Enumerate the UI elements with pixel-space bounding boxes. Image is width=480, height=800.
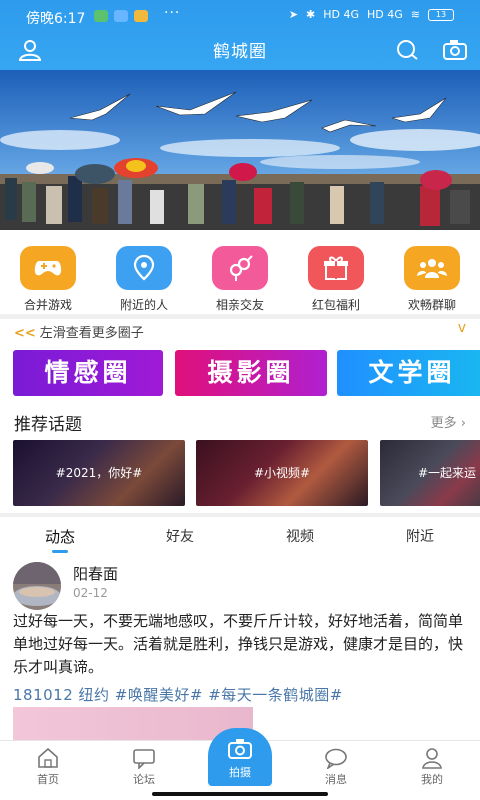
quick-link-merge-games[interactable]: 合并游戏	[0, 240, 96, 312]
quick-link-nearby-people[interactable]: 附近的人	[96, 240, 192, 312]
gender-icon	[212, 246, 268, 290]
nav-label: 首页	[37, 773, 59, 786]
nav-label: 消息	[325, 773, 347, 786]
swipe-hint: << 左滑查看更多圈子	[14, 322, 144, 341]
quick-link-label: 欢畅群聊	[407, 298, 456, 312]
location-status-icon: ➤	[288, 8, 299, 21]
section-divider	[0, 314, 480, 319]
quick-link-label: 相亲交友	[215, 298, 264, 312]
location-pin-icon	[116, 246, 172, 290]
signal-1: HD 4G	[323, 8, 360, 21]
post-author[interactable]: 阳春面	[73, 563, 118, 584]
circle-card-emotion[interactable]: 情感圈	[13, 350, 163, 396]
forum-icon	[133, 749, 155, 769]
battery-icon: 13	[428, 8, 454, 21]
quick-link-group-chat[interactable]: 欢畅群聊	[384, 240, 480, 312]
tab-dynamics[interactable]: 动态	[10, 526, 110, 547]
circle-card-literature[interactable]: 文学圈	[337, 350, 480, 396]
topics-title: 推荐话题	[14, 415, 82, 435]
status-time: 傍晚6:17	[26, 11, 86, 27]
expand-caret-icon[interactable]: v	[458, 320, 466, 336]
topic-card[interactable]: #2021，你好#	[13, 440, 185, 506]
quick-link-label: 红包福利	[311, 298, 360, 312]
home-icon	[38, 747, 58, 768]
feed-tabs: 动态 好友 视频 附近	[0, 524, 480, 554]
chat-notification-icon	[114, 10, 128, 22]
search-icon[interactable]	[394, 38, 420, 62]
avatar[interactable]	[13, 562, 61, 610]
gamepad-icon	[20, 246, 76, 290]
post-body: 过好每一天，不要无端地感叹，不要斤斤计较，好好地活着，简简单单地过好每一天。活着…	[13, 612, 464, 676]
quick-link-label: 附近的人	[119, 298, 168, 312]
banner-image[interactable]	[0, 70, 480, 230]
profile-icon	[422, 748, 442, 769]
quick-link-label: 合并游戏	[23, 298, 72, 312]
tab-friends[interactable]: 好友	[130, 526, 230, 546]
quick-link-red-envelope[interactable]: 红包福利	[288, 240, 384, 312]
chevron-right-icon: ›	[460, 416, 466, 431]
nav-label: 拍摄	[229, 766, 251, 779]
gift-icon	[308, 246, 364, 290]
status-right: ➤ ✱ HD 4G HD 4G ≋ 13	[289, 8, 454, 21]
quick-links: 合并游戏 附近的人 相亲交友 红包福利 欢畅群聊	[0, 240, 480, 312]
message-icon	[325, 748, 347, 769]
group-icon	[404, 246, 460, 290]
swipe-hint-text: 左滑查看更多圈子	[39, 326, 144, 341]
notification-icon	[94, 10, 108, 22]
wifi-icon: ≋	[410, 8, 420, 21]
message-notification-icon	[134, 10, 148, 22]
more-label: 更多	[430, 416, 457, 431]
nav-shoot-button[interactable]: 拍摄	[208, 728, 272, 786]
topics-more-link[interactable]: 更多 ›	[431, 412, 466, 431]
active-tab-indicator	[52, 550, 68, 553]
nav-forum[interactable]: 论坛	[114, 747, 174, 787]
topic-label: #小视频#	[253, 466, 311, 480]
title-bar: 鹤城圈	[0, 32, 480, 70]
topic-label: #一起来运	[418, 466, 477, 480]
more-notifications-icon: ···	[164, 5, 181, 21]
camera-icon[interactable]	[442, 38, 468, 62]
topic-card[interactable]: #小视频#	[196, 440, 368, 506]
camera-icon	[228, 739, 252, 759]
post-date: 02-12	[73, 586, 108, 600]
topic-label: #2021，你好#	[55, 466, 143, 480]
post-tags[interactable]: 181012 纽约 #唤醒美好# #每天一条鹤城圈#	[13, 684, 343, 705]
topic-card[interactable]: #一起来运	[380, 440, 480, 506]
home-indicator[interactable]	[152, 792, 328, 796]
tab-nearby[interactable]: 附近	[370, 526, 470, 546]
swipe-arrows: <<	[14, 326, 36, 341]
status-bar: 傍晚6:17 ··· ➤ ✱ HD 4G HD 4G ≋ 13	[0, 0, 480, 32]
circle-card-photography[interactable]: 摄影圈	[175, 350, 327, 396]
signal-2: HD 4G	[367, 8, 403, 21]
nav-messages[interactable]: 消息	[306, 747, 366, 787]
nav-profile[interactable]: 我的	[402, 747, 462, 787]
nav-label: 我的	[421, 773, 443, 786]
quick-link-dating[interactable]: 相亲交友	[192, 240, 288, 312]
nav-home[interactable]: 首页	[18, 747, 78, 787]
bluetooth-icon: ✱	[306, 8, 316, 21]
tab-video[interactable]: 视频	[250, 526, 350, 546]
cranes-crowd-photo	[0, 70, 480, 230]
app-header: 傍晚6:17 ··· ➤ ✱ HD 4G HD 4G ≋ 13 鹤城圈	[0, 0, 480, 70]
section-divider	[0, 513, 480, 517]
nav-label: 论坛	[133, 773, 155, 786]
circle-cards: 情感圈 摄影圈 文学圈	[0, 350, 480, 396]
topic-list: #2021，你好# #小视频# #一起来运	[0, 440, 480, 506]
